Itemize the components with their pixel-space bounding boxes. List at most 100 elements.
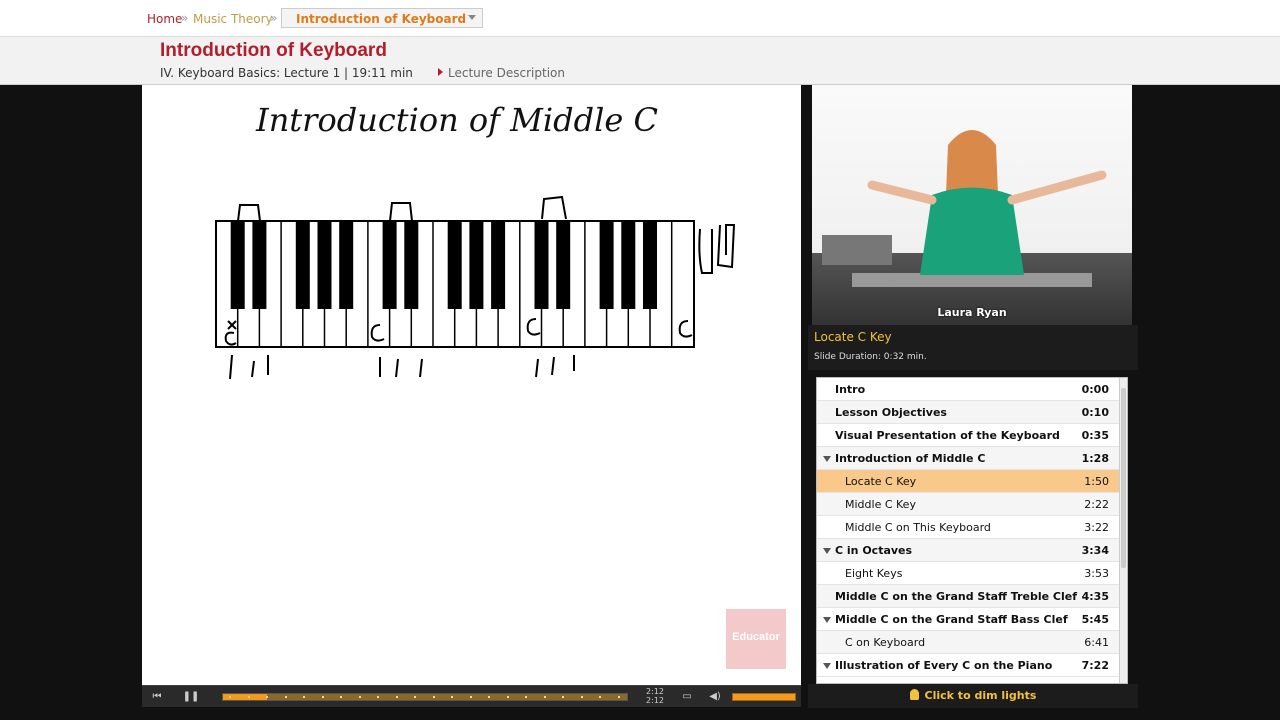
breadcrumb-current-label: Introduction of Keyboard: [296, 12, 467, 26]
black-key: [447, 221, 462, 309]
current-slide-duration: Slide Duration: 0:32 min.: [814, 352, 927, 362]
outline-row[interactable]: Eight Keys 3:53: [817, 562, 1121, 585]
speaker-icon: ◀): [709, 691, 721, 702]
progress-marker: [488, 696, 490, 698]
progress-marker: [229, 696, 231, 698]
outline-row[interactable]: Illustration of Every C on the Piano 7:22: [817, 654, 1121, 677]
outline-row-label: C on Keyboard: [845, 636, 926, 649]
skip-back-icon: ⏮: [152, 691, 162, 702]
time-current: 2:12: [646, 687, 664, 696]
progress-marker: [284, 696, 287, 698]
fullscreen-button[interactable]: ▭: [674, 689, 700, 705]
black-key: [643, 221, 657, 309]
lecture-header: Introduction of Keyboard IV. Keyboard Ba…: [0, 37, 1280, 85]
presenter-arm-left: [867, 180, 937, 205]
outline-row-time: 3:34: [1081, 544, 1109, 557]
outline-row-label: Eight Keys: [845, 567, 903, 580]
lecture-outline: Illustration of Every C on the Piano 7:22…: [816, 377, 1128, 684]
skip-back-button[interactable]: ⏮: [144, 689, 170, 705]
breadcrumb-music-theory-link[interactable]: Music Theory: [193, 12, 273, 26]
dim-lights-button[interactable]: Click to dim lights: [808, 684, 1138, 708]
triangle-down-icon[interactable]: [823, 663, 831, 669]
black-key: [491, 221, 506, 309]
outline-row[interactable]: Introduction of Middle C 1:28: [817, 447, 1121, 470]
black-key: [317, 221, 332, 309]
slide-title: Introduction of Middle C: [256, 101, 658, 139]
outline-row[interactable]: Lesson Objectives 0:10: [817, 401, 1121, 424]
lecture-description-label: Lecture Description: [448, 66, 565, 80]
outline-scrollbar[interactable]: [1119, 378, 1127, 683]
outline-row[interactable]: Middle C on the Grand Staff Bass Clef 5:4…: [817, 608, 1121, 631]
page-title: Introduction of Keyboard: [160, 40, 387, 61]
outline-row-label: Visual Presentation of the Keyboard: [835, 429, 1060, 442]
desk-prop: [852, 273, 1092, 287]
progress-marker: [414, 696, 416, 698]
progress-marker: [562, 696, 564, 698]
keyboard-prop: [822, 235, 892, 265]
outline-row[interactable]: C in Octaves 3:34: [817, 539, 1121, 562]
outline-row-time: 6:41: [1084, 636, 1109, 649]
outline-row[interactable]: Middle C on This Keyboard 3:22: [817, 516, 1121, 539]
triangle-down-icon[interactable]: [823, 456, 831, 462]
black-key: [599, 221, 614, 309]
outline-row-label: C in Octaves: [835, 544, 913, 557]
black-key: [621, 221, 636, 309]
outline-row-label: Locate C Key: [845, 475, 917, 488]
chevron-down-icon: [468, 15, 476, 20]
outline-row[interactable]: C on Keyboard 6:41: [817, 631, 1121, 654]
black-key: [382, 221, 397, 309]
outline-row[interactable]: Visual Presentation of the Keyboard 0:35: [817, 424, 1121, 447]
fullscreen-icon: ▭: [682, 691, 692, 702]
outline-row-time: 0:10: [1081, 406, 1109, 419]
player-controls: ⏮ ❚❚ 2:12 2:12 ▭ ◀): [142, 685, 801, 707]
triangle-down-icon[interactable]: [823, 617, 831, 623]
triangle-right-icon: [438, 68, 443, 76]
current-slide-info: Locate C Key Slide Duration: 0:32 min.: [808, 325, 1138, 370]
lightbulb-icon: [909, 689, 919, 700]
presenter-name: Laura Ryan: [937, 306, 1007, 319]
dim-lights-label: Click to dim lights: [924, 689, 1037, 702]
outline-row[interactable]: Locate C Key 1:50: [817, 470, 1121, 493]
presenter-video[interactable]: Laura Ryan: [812, 85, 1132, 325]
outline-row-time: 4:35: [1081, 590, 1109, 603]
outline-row[interactable]: Intro 0:00: [817, 378, 1121, 401]
progress-marker: [340, 696, 342, 698]
pause-button[interactable]: ❚❚: [178, 689, 204, 705]
progress-marker: [432, 696, 435, 698]
outline-row-time: 0:35: [1081, 429, 1109, 442]
scrollbar-thumb[interactable]: [1121, 388, 1126, 568]
breadcrumb-current-dropdown[interactable]: Introduction of Keyboard: [281, 8, 483, 28]
outline-row[interactable]: Middle C on the Grand Staff Treble Clef 4…: [817, 585, 1121, 608]
breadcrumb-home-link[interactable]: Home: [147, 12, 182, 26]
progress-marker: [303, 696, 305, 698]
outline-row-time: 3:22: [1084, 521, 1109, 534]
outline-row[interactable]: Middle C Key 2:22: [817, 493, 1121, 516]
outline-row-label: Intro: [835, 383, 866, 396]
outline-row-time: 1:50: [1084, 475, 1109, 488]
black-key: [339, 221, 354, 309]
outline-row-label: Lesson Objectives: [835, 406, 947, 419]
outline-row-time: 1:28: [1081, 452, 1109, 465]
current-slide-name: Locate C Key: [814, 330, 892, 344]
progress-marker: [617, 696, 620, 698]
progress-marker: [321, 696, 324, 698]
black-key: [534, 221, 549, 309]
slide-canvas: Introduction of Middle C Educator: [142, 85, 801, 685]
volume-slider[interactable]: [732, 693, 796, 701]
lecture-description-link[interactable]: Lecture Description: [438, 66, 565, 80]
mute-button[interactable]: ◀): [702, 689, 728, 705]
black-key: [404, 221, 419, 309]
triangle-down-icon[interactable]: [823, 548, 831, 554]
outline-row-label: Middle C Key: [845, 498, 916, 511]
presenter-illustration: [822, 130, 1107, 287]
progress-bar[interactable]: [222, 693, 628, 701]
outline-row-label: Middle C on the Grand Staff Treble Clef: [835, 590, 1077, 603]
outline-row-label: Middle C on This Keyboard: [845, 521, 991, 534]
black-key: [230, 221, 245, 309]
breadcrumb: Home » Music Theory » Introduction of Ke…: [0, 0, 1280, 37]
progress-marker: [395, 696, 398, 698]
black-key: [469, 221, 484, 309]
black-key: [252, 221, 267, 309]
keyboard-drawing: [215, 195, 736, 380]
breadcrumb-separator: »: [270, 11, 278, 25]
